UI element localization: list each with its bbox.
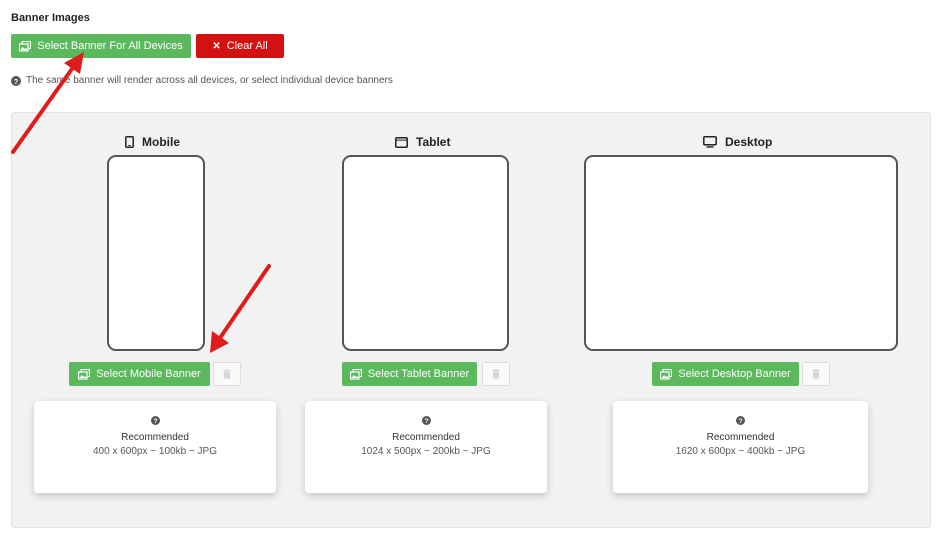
- desktop-label-text: Desktop: [725, 135, 773, 149]
- mobile-banner-preview[interactable]: [107, 155, 205, 351]
- tablet-label-text: Tablet: [416, 135, 451, 149]
- mobile-icon: [125, 136, 134, 148]
- select-tablet-banner-button[interactable]: Select Tablet Banner: [342, 362, 477, 386]
- svg-text:?: ?: [424, 418, 428, 425]
- select-mobile-banner-button[interactable]: Select Mobile Banner: [69, 362, 210, 386]
- svg-text:?: ?: [14, 77, 19, 86]
- images-icon: [660, 368, 673, 380]
- recommended-label: Recommended: [706, 432, 775, 443]
- question-circle-icon: ?: [736, 416, 745, 425]
- select-all-devices-label: Select Banner For All Devices: [37, 40, 183, 52]
- delete-mobile-banner-button[interactable]: [213, 362, 241, 386]
- desktop-label: Desktop: [703, 135, 772, 149]
- select-all-devices-button[interactable]: Select Banner For All Devices: [11, 34, 191, 58]
- recommended-spec: 1024 x 500px ~ 200kb ~ JPG: [361, 446, 491, 457]
- images-icon: [349, 368, 362, 380]
- desktop-banner-preview[interactable]: [584, 155, 898, 351]
- tablet-banner-preview[interactable]: [342, 155, 509, 351]
- tablet-recommendation-card: ? Recommended 1024 x 500px ~ 200kb ~ JPG: [305, 401, 547, 493]
- mobile-label-text: Mobile: [142, 135, 180, 149]
- recommended-label: Recommended: [392, 432, 460, 443]
- mobile-label: Mobile: [125, 135, 180, 149]
- images-icon: [78, 368, 91, 380]
- info-note-text: The same banner will render across all d…: [26, 75, 393, 86]
- desktop-icon: [703, 136, 717, 148]
- mobile-recommendation-card: ? Recommended 400 x 600px ~ 100kb ~ JPG: [34, 401, 276, 493]
- clear-all-label: Clear All: [226, 40, 268, 52]
- close-icon: ✕: [212, 40, 221, 52]
- select-desktop-banner-label: Select Desktop Banner: [678, 368, 791, 380]
- select-tablet-banner-label: Select Tablet Banner: [367, 368, 470, 380]
- question-circle-icon: ?: [11, 75, 21, 86]
- clear-all-button[interactable]: ✕ Clear All: [196, 34, 284, 58]
- trash-icon: [492, 369, 500, 379]
- delete-desktop-banner-button[interactable]: [802, 362, 830, 386]
- info-note: ? The same banner will render across all…: [11, 75, 393, 86]
- desktop-recommendation-card: ? Recommended 1620 x 600px ~ 400kb ~ JPG: [613, 401, 868, 493]
- images-icon: [19, 40, 32, 52]
- svg-text:?: ?: [738, 418, 742, 425]
- delete-tablet-banner-button[interactable]: [482, 362, 510, 386]
- recommended-spec: 400 x 600px ~ 100kb ~ JPG: [93, 446, 217, 457]
- recommended-label: Recommended: [121, 432, 189, 443]
- recommended-spec: 1620 x 600px ~ 400kb ~ JPG: [675, 446, 806, 457]
- question-circle-icon: ?: [150, 416, 160, 425]
- select-mobile-banner-label: Select Mobile Banner: [96, 368, 201, 380]
- tablet-icon: [395, 136, 408, 148]
- trash-icon: [812, 369, 820, 379]
- tablet-label: Tablet: [395, 135, 450, 149]
- trash-icon: [223, 369, 231, 379]
- section-title: Banner Images: [11, 12, 90, 24]
- svg-text:?: ?: [153, 418, 157, 425]
- question-circle-icon: ?: [421, 416, 431, 425]
- select-desktop-banner-button[interactable]: Select Desktop Banner: [652, 362, 799, 386]
